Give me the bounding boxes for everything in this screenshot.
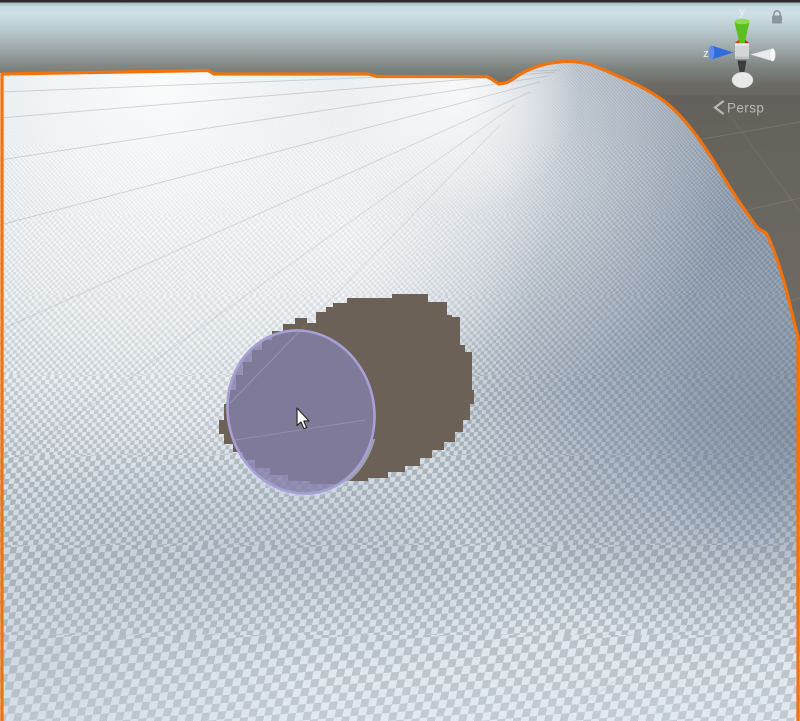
window-top-edge — [0, 0, 800, 3]
unity-scene-view[interactable]: y z — [0, 0, 800, 721]
scene-canvas[interactable]: y z — [0, 0, 800, 721]
terrain-surface[interactable] — [0, 55, 800, 721]
terrain-texture — [0, 55, 800, 721]
axis-z-label: z — [703, 48, 709, 60]
gizmo-center-cube[interactable] — [735, 44, 749, 60]
axis-y-label: y — [739, 6, 745, 18]
projection-label: Persp — [727, 101, 764, 116]
